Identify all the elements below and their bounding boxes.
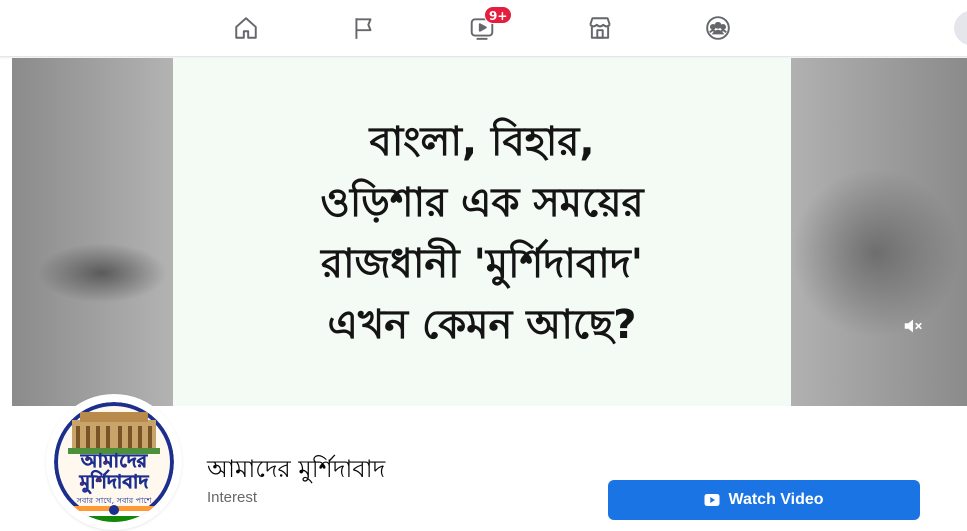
top-navigation: 9+ — [0, 0, 967, 57]
nav-marketplace[interactable] — [580, 10, 620, 46]
home-icon — [235, 17, 257, 39]
watch-video-button[interactable]: Watch Video — [608, 480, 920, 520]
logo-tagline: সবার সাথে, সবার পাশে — [76, 496, 152, 505]
cover-blur-left — [12, 58, 173, 406]
video-headline: বাংলা, বিহার, ওড়িশার এক সময়ের রাজধানী … — [182, 112, 782, 356]
video-frame: বাংলা, বিহার, ওড়িশার এক সময়ের রাজধানী … — [173, 58, 791, 406]
logo-title-line1: আমাদের — [80, 450, 148, 473]
page-category: Interest — [207, 489, 258, 506]
watch-notification-badge: 9+ — [484, 6, 513, 24]
account-menu-button[interactable] — [954, 10, 967, 46]
page-name[interactable]: আমাদের মুর্শিদাবাদ — [207, 451, 385, 491]
video-play-icon — [704, 494, 720, 506]
headline-line: এখন কেমন আছে? — [327, 302, 637, 348]
watch-video-label: Watch Video — [728, 491, 824, 508]
headline-line: বাংলা, বিহার, — [369, 119, 595, 165]
flag-icon — [355, 18, 372, 39]
unmute-button[interactable] — [900, 314, 926, 338]
page-avatar[interactable]: আমাদের মুর্শিদাবাদ সবার সাথে, সবার পাশে — [48, 396, 180, 528]
headline-line: রাজধানী 'মুর্শিদাবাদ' — [321, 241, 643, 287]
nav-groups[interactable] — [698, 10, 738, 46]
cover-video[interactable]: বাংলা, বিহার, ওড়িশার এক সময়ের রাজধানী … — [12, 58, 967, 406]
page-logo: আমাদের মুর্শিদাবাদ সবার সাথে, সবার পাশে — [54, 402, 174, 522]
groups-icon — [706, 16, 730, 40]
nav-pages[interactable] — [344, 10, 384, 46]
marketplace-icon — [589, 17, 611, 39]
cover-blur-right — [791, 58, 967, 406]
headline-line: ওড়িশার এক সময়ের — [320, 180, 644, 226]
logo-title-line2: মুর্শিদাবাদ — [79, 471, 149, 494]
speaker-muted-icon — [904, 319, 922, 333]
nav-home[interactable] — [226, 10, 266, 46]
